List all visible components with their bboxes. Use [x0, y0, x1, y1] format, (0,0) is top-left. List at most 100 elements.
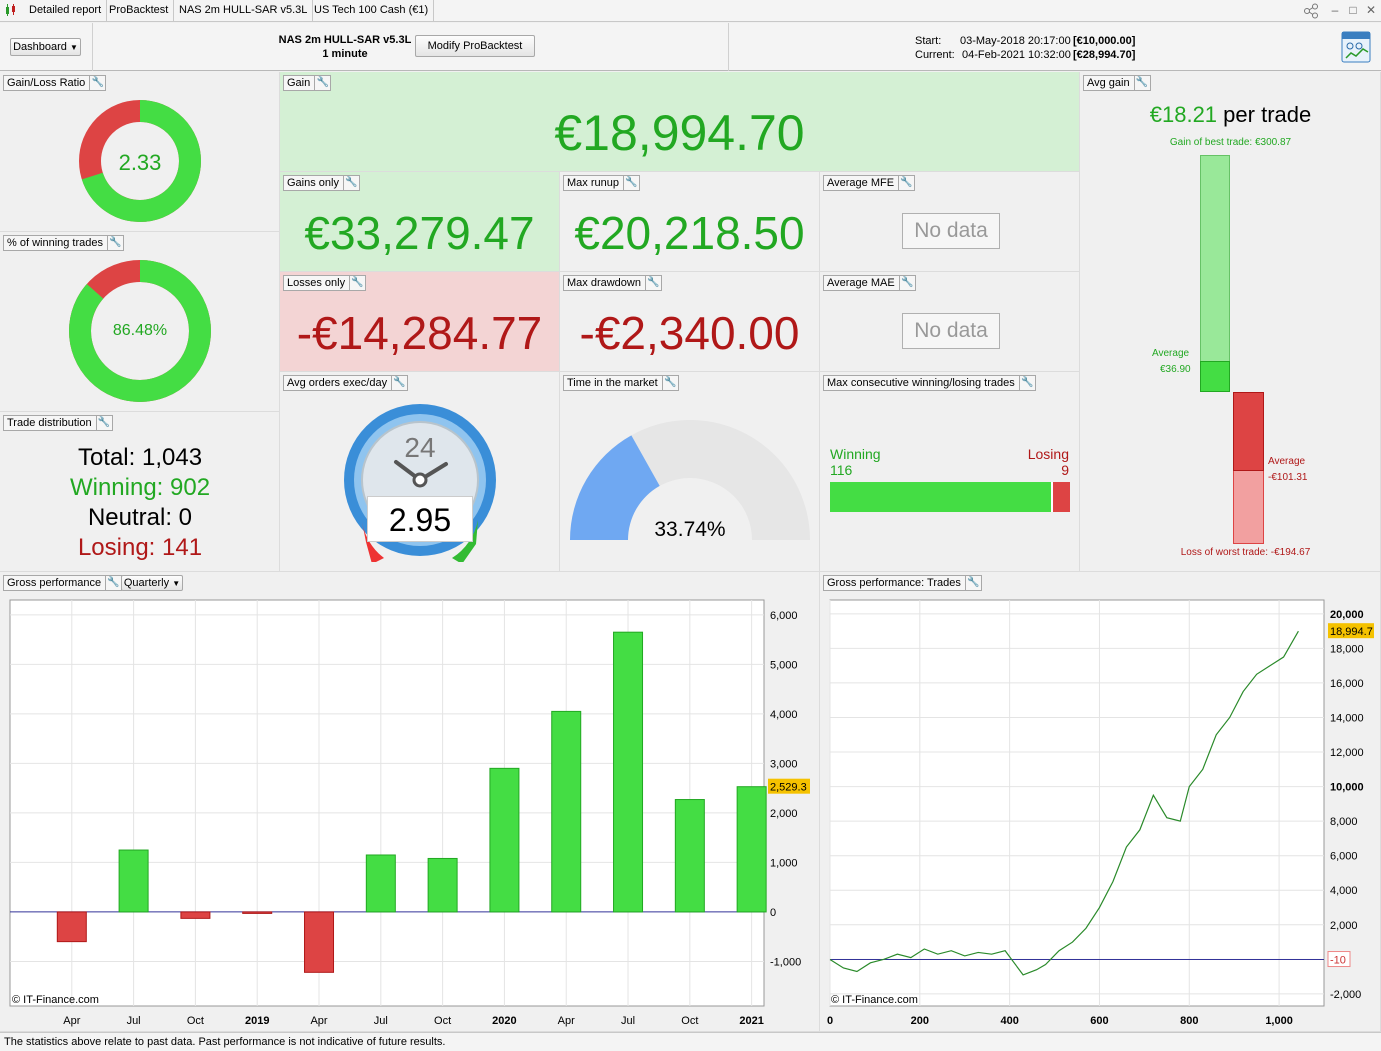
wrench-icon[interactable]: 🔧	[89, 75, 105, 91]
x-tick-label: 0	[827, 1015, 833, 1027]
x-tick-label: Apr	[310, 1015, 327, 1027]
wrench-icon[interactable]: 🔧	[391, 375, 407, 391]
consecutive-winning-value: 116	[830, 462, 853, 478]
gross-performance-title: Gross performance 🔧	[3, 575, 123, 591]
time-in-market-panel: Time in the market 🔧 33.74%	[560, 372, 820, 572]
app-candlestick-icon	[4, 3, 18, 17]
bar	[551, 710, 582, 913]
y-tick-label: 12,000	[1330, 747, 1364, 759]
wrench-icon[interactable]: 🔧	[1133, 75, 1150, 91]
close-icon[interactable]: ✕	[1364, 3, 1378, 17]
wrench-icon[interactable]: 🔧	[898, 175, 914, 191]
wrench-icon[interactable]: 🔧	[1018, 375, 1035, 391]
gain-loss-ratio-panel: Gain/Loss Ratio 🔧 2.33	[0, 72, 280, 232]
y-tick-label: 2,000	[1330, 920, 1358, 932]
losses-only-title: Losses only 🔧	[283, 275, 367, 291]
wrench-icon[interactable]: 🔧	[314, 75, 330, 91]
tab-instrument[interactable]: US Tech 100 Cash (€1)	[309, 0, 435, 21]
avg-loss-bar	[1233, 392, 1264, 471]
period-dropdown[interactable]: Quarterly ▼	[121, 575, 183, 591]
tab-probacktest[interactable]: ProBacktest	[104, 0, 175, 21]
gross-trades-chart: 02004006008001,000-2,00002,0004,0006,000…	[827, 599, 1374, 1027]
max-drawdown-value: -€2,340.00	[579, 307, 800, 359]
chart-plot-area	[9, 599, 765, 1007]
time-in-market-title: Time in the market 🔧	[563, 375, 679, 391]
wrench-icon[interactable]: 🔧	[964, 575, 981, 591]
minimize-icon[interactable]: –	[1328, 3, 1342, 17]
current-label: Current:	[915, 49, 955, 61]
x-tick-label: Oct	[681, 1015, 698, 1027]
wrench-icon[interactable]: 🔧	[622, 175, 639, 191]
x-tick-label: Oct	[434, 1015, 451, 1027]
average-mfe-value: No data	[902, 213, 1000, 249]
tab-strategy[interactable]: NAS 2m HULL-SAR v5.3L	[174, 0, 314, 21]
wrench-icon[interactable]: 🔧	[898, 275, 915, 291]
average-mae-value: No data	[902, 313, 1000, 349]
y-tick-label: -1,000	[770, 956, 801, 968]
best-trade-bar	[1200, 155, 1230, 392]
x-tick-label: 400	[1000, 1015, 1018, 1027]
bar	[613, 631, 644, 913]
last-value-label: 2,529.3	[770, 782, 807, 794]
wrench-icon[interactable]: 🔧	[661, 375, 678, 391]
winning-trades-title: % of winning trades 🔧	[3, 235, 124, 251]
winning-label: Winning:	[69, 474, 164, 501]
modify-probacktest-button[interactable]: Modify ProBacktest	[415, 35, 535, 57]
wrench-icon[interactable]: 🔧	[342, 175, 359, 191]
consecutive-panel: Max consecutive winning/losing trades 🔧 W…	[820, 372, 1080, 572]
y-tick-label: 18,000	[1330, 643, 1364, 655]
consecutive-winning-label: Winning	[830, 446, 881, 462]
max-runup-panel: Max runup 🔧 €20,218.50	[560, 172, 820, 272]
neutral-row: Neutral: 0	[20, 504, 260, 532]
wrench-icon[interactable]: 🔧	[349, 275, 365, 291]
losing-value: 141	[162, 534, 203, 561]
y-tick-label: 3,000	[770, 758, 798, 770]
losses-only-panel: Losses only 🔧 -€14,284.77	[280, 272, 560, 372]
share-icon[interactable]	[1303, 3, 1319, 19]
consecutive-losing-label: Losing	[1027, 446, 1069, 462]
chevron-down-icon: ▼	[69, 43, 78, 52]
x-tick-label: Apr	[63, 1015, 80, 1027]
wrench-icon[interactable]: 🔧	[644, 275, 661, 291]
y-tick-label: 0	[770, 907, 776, 919]
winning-row: Winning: 902	[20, 474, 260, 502]
y-tick-label: 20,000	[1330, 609, 1364, 621]
consecutive-losing-value: 9	[1061, 462, 1069, 478]
gain-panel: Gain 🔧 €18,994.70	[280, 72, 1080, 172]
start-label: Start:	[915, 35, 942, 47]
y-tick-label: 4,000	[770, 709, 798, 721]
dashboard-dropdown[interactable]: Dashboard ▼	[10, 38, 81, 56]
avg-orders-panel: Avg orders exec/day 🔧 24 2.95	[280, 372, 560, 572]
x-tick-label: Jul	[374, 1015, 388, 1027]
consecutive-bar	[830, 482, 1070, 512]
chart-plot-area	[829, 599, 1325, 1007]
gain-value: €18,994.70	[554, 105, 805, 161]
bar	[736, 786, 767, 913]
gain-title: Gain 🔧	[283, 75, 332, 91]
tab-detailed-report[interactable]: Detailed report	[24, 0, 108, 21]
report-settings-icon[interactable]	[1341, 31, 1373, 63]
last-value-label: 18,994.7	[1330, 626, 1373, 638]
y-tick-label: 1,000	[770, 857, 798, 869]
gross-performance-copyright: © IT-Finance.com	[12, 994, 99, 1006]
x-tick-label: 1,000	[1265, 1015, 1293, 1027]
bar	[180, 911, 211, 919]
x-tick-label: 200	[911, 1015, 929, 1027]
gross-trades-copyright: © IT-Finance.com	[831, 994, 918, 1006]
max-runup-value: €20,218.50	[574, 207, 805, 259]
wrench-icon[interactable]: 🔧	[107, 235, 123, 251]
gains-only-panel: Gains only 🔧 €33,279.47	[280, 172, 560, 272]
wrench-icon[interactable]: 🔧	[105, 575, 121, 591]
bar	[56, 911, 87, 943]
maximize-icon[interactable]: □	[1346, 3, 1360, 17]
bar	[489, 767, 520, 913]
consecutive-title: Max consecutive winning/losing trades 🔧	[823, 375, 1036, 391]
bar	[674, 799, 705, 913]
x-tick-label: Apr	[558, 1015, 575, 1027]
neutral-label: Neutral:	[87, 504, 172, 531]
dial-label: 24	[404, 432, 436, 463]
wrench-icon[interactable]: 🔧	[95, 415, 112, 431]
header-divider	[92, 23, 93, 71]
y-tick-label: 5,000	[770, 659, 798, 671]
max-drawdown-title: Max drawdown 🔧	[563, 275, 662, 291]
